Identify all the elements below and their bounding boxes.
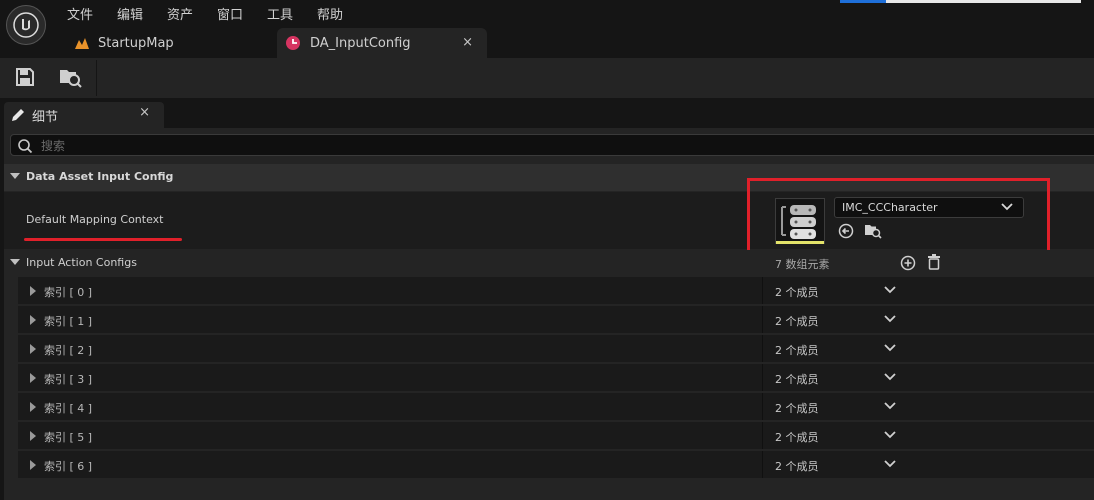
- panel-bottom-area: [4, 479, 1094, 500]
- expand-arrow-icon[interactable]: [30, 402, 36, 412]
- menu-edit[interactable]: 编辑: [117, 4, 143, 23]
- chevron-down-icon[interactable]: [884, 431, 896, 439]
- array-element-row[interactable]: 索引 [ 1 ] 2 个成员: [18, 306, 1094, 333]
- array-element-row[interactable]: 索引 [ 2 ] 2 个成员: [18, 335, 1094, 362]
- expand-arrow-icon[interactable]: [30, 460, 36, 470]
- data-asset-icon: [286, 36, 300, 50]
- level-map-icon: [75, 38, 89, 49]
- property-label: Default Mapping Context: [26, 213, 164, 226]
- tab-label: DA_InputConfig: [310, 35, 411, 51]
- expand-arrow-icon[interactable]: [30, 344, 36, 354]
- column-divider: [762, 335, 763, 362]
- collapse-arrow-icon[interactable]: [10, 259, 20, 265]
- search-icon: [18, 139, 33, 154]
- element-member-count: 2 个成员: [775, 344, 819, 357]
- category-title: Data Asset Input Config: [26, 170, 174, 183]
- asset-toolbar: [0, 58, 1094, 98]
- tab-startupmap[interactable]: StartupMap: [60, 28, 270, 58]
- array-element-row[interactable]: 索引 [ 6 ] 2 个成员: [18, 451, 1094, 478]
- expand-arrow-icon[interactable]: [30, 373, 36, 383]
- array-element-row[interactable]: 索引 [ 4 ] 2 个成员: [18, 393, 1094, 420]
- search-input[interactable]: [39, 135, 943, 157]
- expand-arrow-icon[interactable]: [30, 286, 36, 296]
- element-member-count: 2 个成员: [775, 315, 819, 328]
- element-member-count: 2 个成员: [775, 431, 819, 444]
- chevron-down-icon[interactable]: [884, 286, 896, 294]
- column-divider: [762, 306, 763, 333]
- array-element-row[interactable]: 索引 [ 3 ] 2 个成员: [18, 364, 1094, 391]
- indent-gutter: [4, 276, 18, 478]
- element-index-label: 索引 [ 0 ]: [44, 286, 93, 299]
- chevron-down-icon[interactable]: [884, 460, 896, 468]
- element-index-label: 索引 [ 3 ]: [44, 373, 93, 386]
- collapse-arrow-icon[interactable]: [10, 173, 20, 179]
- column-divider: [762, 364, 763, 391]
- chevron-down-icon[interactable]: [884, 402, 896, 410]
- column-divider: [762, 393, 763, 420]
- close-icon[interactable]: ×: [462, 35, 473, 50]
- element-index-label: 索引 [ 1 ]: [44, 315, 93, 328]
- browse-content-icon[interactable]: [58, 66, 82, 90]
- search-box[interactable]: [10, 134, 1094, 157]
- toolbar-divider: [96, 60, 97, 96]
- element-member-count: 2 个成员: [775, 286, 819, 299]
- top-right-accent: [840, 0, 886, 3]
- unreal-logo-icon[interactable]: [6, 5, 46, 45]
- tab-details[interactable]: 细节 ×: [4, 102, 164, 128]
- array-element-row[interactable]: 索引 [ 5 ] 2 个成员: [18, 422, 1094, 449]
- expand-arrow-icon[interactable]: [30, 315, 36, 325]
- menu-file[interactable]: 文件: [67, 4, 93, 23]
- menu-help[interactable]: 帮助: [317, 4, 343, 23]
- element-member-count: 2 个成员: [775, 373, 819, 386]
- pencil-icon: [12, 109, 24, 121]
- element-index-label: 索引 [ 5 ]: [44, 431, 93, 444]
- column-divider: [762, 277, 763, 304]
- element-index-label: 索引 [ 4 ]: [44, 402, 93, 415]
- expand-arrow-icon[interactable]: [30, 431, 36, 441]
- close-icon[interactable]: ×: [139, 105, 150, 120]
- element-index-label: 索引 [ 6 ]: [44, 460, 93, 473]
- trash-icon[interactable]: [927, 254, 941, 270]
- chevron-down-icon[interactable]: [884, 373, 896, 381]
- menu-window[interactable]: 窗口: [217, 4, 243, 23]
- tab-label: StartupMap: [98, 35, 174, 51]
- menu-asset[interactable]: 资产: [167, 4, 193, 23]
- save-icon[interactable]: [14, 66, 38, 90]
- array-property-label: Input Action Configs: [26, 256, 137, 269]
- element-member-count: 2 个成员: [775, 402, 819, 415]
- panel-tab-strip: [0, 98, 1094, 128]
- add-element-icon[interactable]: [900, 255, 916, 271]
- details-tab-label: 细节: [32, 110, 59, 125]
- array-element-row[interactable]: 索引 [ 0 ] 2 个成员: [18, 277, 1094, 304]
- chevron-down-icon[interactable]: [884, 344, 896, 352]
- annotation-underline: [24, 238, 182, 241]
- element-member-count: 2 个成员: [775, 460, 819, 473]
- menu-tools[interactable]: 工具: [267, 4, 293, 23]
- array-element-count: 7 数组元素: [775, 258, 830, 271]
- column-divider: [762, 451, 763, 478]
- element-index-label: 索引 [ 2 ]: [44, 344, 93, 357]
- column-divider: [762, 422, 763, 449]
- tab-da-inputconfig[interactable]: DA_InputConfig ×: [277, 28, 487, 58]
- chevron-down-icon[interactable]: [884, 315, 896, 323]
